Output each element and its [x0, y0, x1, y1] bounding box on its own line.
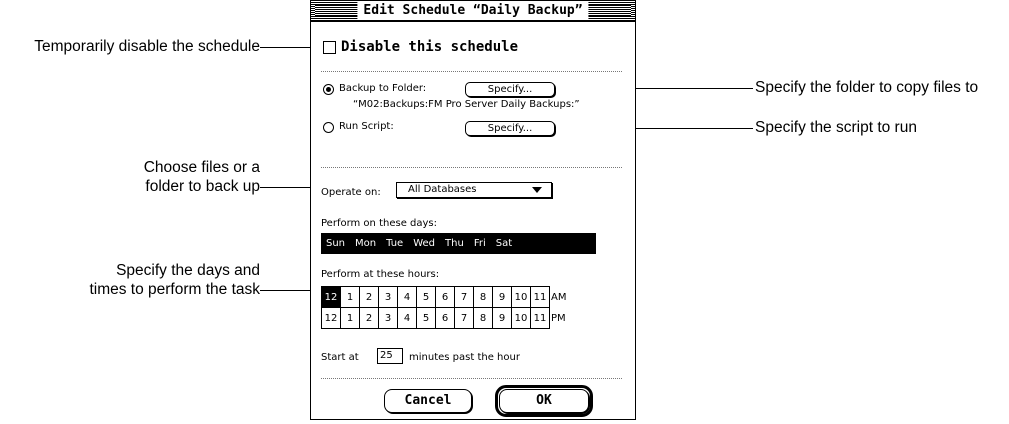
run-script-radio[interactable] — [323, 122, 334, 133]
hour-am-11[interactable]: 11 — [530, 286, 550, 308]
separator-2 — [321, 167, 622, 168]
hours-label: Perform at these hours: — [321, 269, 440, 280]
run-script-label[interactable]: Run Script: — [339, 121, 394, 133]
hour-am-10[interactable]: 10 — [511, 286, 531, 308]
hour-pm-10[interactable]: 10 — [511, 307, 531, 329]
day-mon[interactable]: Mon — [350, 233, 381, 254]
callout-days-2: times to perform the task — [89, 281, 260, 298]
hour-am-5[interactable]: 5 — [416, 286, 436, 308]
disable-checkbox[interactable] — [323, 41, 336, 54]
ok-button[interactable]: OK — [499, 389, 589, 413]
hour-am-6[interactable]: 6 — [435, 286, 455, 308]
operate-on-value: All Databases — [408, 184, 477, 195]
operate-on-label: Operate on: — [321, 187, 381, 198]
callout-script: Specify the script to run — [755, 119, 917, 136]
callout-days-1: Specify the days and — [116, 262, 260, 279]
backup-to-folder-label[interactable]: Backup to Folder: — [339, 83, 426, 95]
start-at-label: Start at — [321, 352, 359, 363]
pm-label: PM — [551, 312, 566, 324]
pm-row: 12 1 2 3 4 5 6 7 8 9 10 11 PM — [321, 307, 570, 329]
hour-am-8[interactable]: 8 — [473, 286, 493, 308]
hour-am-7[interactable]: 7 — [454, 286, 474, 308]
specify-script-button[interactable]: Specify... — [465, 121, 555, 136]
day-wed[interactable]: Wed — [408, 233, 440, 254]
hour-pm-3[interactable]: 3 — [378, 307, 398, 329]
day-thu[interactable]: Thu — [440, 233, 469, 254]
hour-pm-5[interactable]: 5 — [416, 307, 436, 329]
hour-pm-9[interactable]: 9 — [492, 307, 512, 329]
separator-3 — [321, 378, 622, 379]
hour-pm-2[interactable]: 2 — [359, 307, 379, 329]
operate-on-popup[interactable]: All Databases — [396, 182, 552, 198]
hour-am-2[interactable]: 2 — [359, 286, 379, 308]
hour-pm-11[interactable]: 11 — [530, 307, 550, 329]
am-label: AM — [551, 291, 567, 303]
backup-path: “M02:Backups:FM Pro Server Daily Backups… — [353, 99, 580, 110]
hour-am-9[interactable]: 9 — [492, 286, 512, 308]
hour-am-1[interactable]: 1 — [340, 286, 360, 308]
backup-to-folder-radio[interactable] — [323, 84, 334, 95]
day-fri[interactable]: Fri — [469, 233, 491, 254]
hours-grid: 12 1 2 3 4 5 6 7 8 9 10 11 AM 12 1 2 3 4… — [321, 286, 570, 329]
hour-pm-8[interactable]: 8 — [473, 307, 493, 329]
days-label: Perform on these days: — [321, 218, 437, 229]
title-bar[interactable]: Edit Schedule “Daily Backup” — [311, 1, 635, 22]
hour-am-12[interactable]: 12 — [321, 286, 341, 308]
minutes-suffix: minutes past the hour — [409, 352, 520, 363]
callout-operate-2: folder to back up — [145, 178, 260, 195]
edit-schedule-dialog: Edit Schedule “Daily Backup” Disable thi… — [310, 0, 636, 420]
day-sat[interactable]: Sat — [491, 233, 517, 254]
hour-pm-6[interactable]: 6 — [435, 307, 455, 329]
callout-operate-1: Choose files or a — [143, 159, 260, 176]
callout-days-line — [260, 290, 316, 291]
hour-pm-7[interactable]: 7 — [454, 307, 474, 329]
hour-pm-1[interactable]: 1 — [340, 307, 360, 329]
days-selector[interactable]: Sun Mon Tue Wed Thu Fri Sat — [321, 233, 596, 254]
hour-am-3[interactable]: 3 — [378, 286, 398, 308]
hour-pm-12[interactable]: 12 — [321, 307, 341, 329]
callout-folder: Specify the folder to copy files to — [755, 79, 979, 96]
hour-pm-4[interactable]: 4 — [397, 307, 417, 329]
hour-am-4[interactable]: 4 — [397, 286, 417, 308]
separator-1 — [321, 71, 622, 72]
popup-arrow-icon — [532, 187, 542, 193]
am-row: 12 1 2 3 4 5 6 7 8 9 10 11 AM — [321, 286, 570, 308]
dialog-title: Edit Schedule “Daily Backup” — [357, 2, 589, 20]
callout-disable: Temporarily disable the schedule — [34, 38, 260, 55]
day-sun[interactable]: Sun — [321, 233, 350, 254]
specify-folder-button[interactable]: Specify... — [465, 82, 555, 97]
cancel-button[interactable]: Cancel — [384, 389, 472, 413]
start-minutes-input[interactable]: 25 — [377, 348, 403, 364]
day-tue[interactable]: Tue — [381, 233, 408, 254]
disable-label[interactable]: Disable this schedule — [341, 38, 518, 56]
